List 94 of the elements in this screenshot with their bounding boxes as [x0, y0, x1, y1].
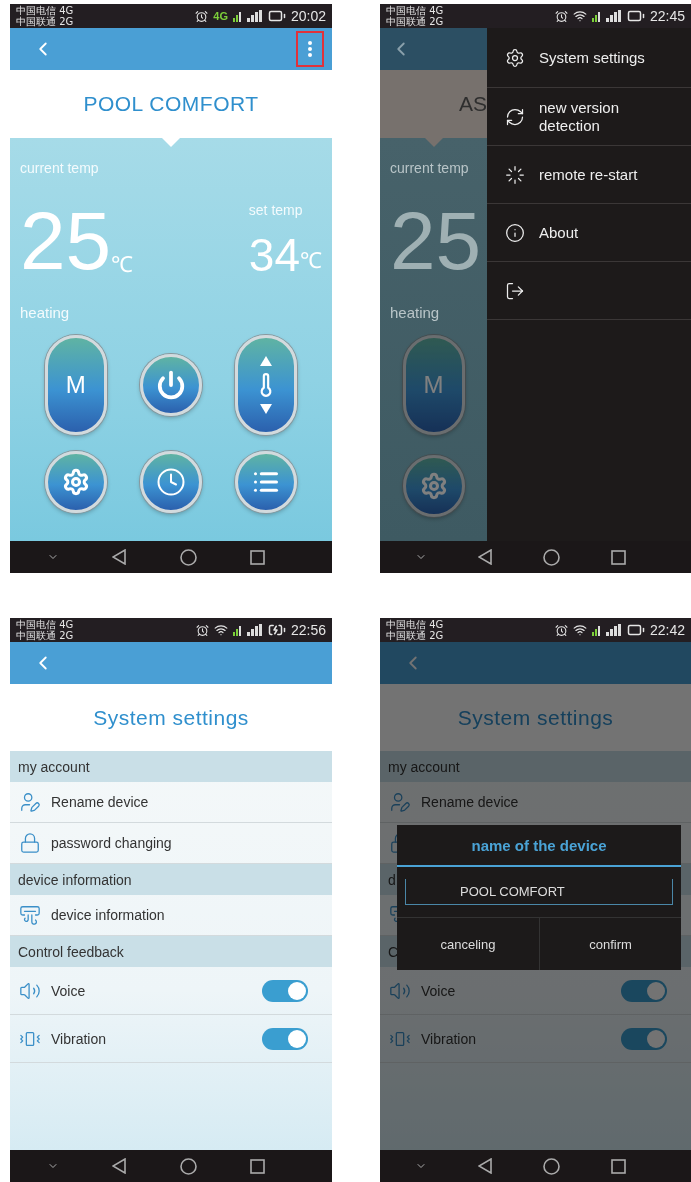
menu-item[interactable]: About: [487, 204, 691, 262]
menu-item[interactable]: System settings: [487, 28, 691, 88]
status-time: 20:02: [290, 8, 326, 24]
toggle-switch[interactable]: [262, 979, 308, 1002]
mode-status: heating: [390, 304, 441, 321]
wifi-icon: [572, 623, 587, 637]
clock-button[interactable]: [140, 451, 202, 513]
setting-label[interactable]: device information: [51, 907, 308, 923]
signal-icon: [232, 9, 263, 23]
set-temp-value: 34: [248, 232, 300, 278]
device-title: POOL COMFORT: [83, 92, 259, 116]
toggle-switch[interactable]: [621, 979, 667, 1002]
carrier-text: 中国电信 4G 中国联通 2G: [386, 619, 444, 641]
wifi-icon: [572, 9, 587, 23]
section-header: d: [388, 871, 396, 888]
temp-unit: ℃: [300, 247, 322, 274]
section-header: my account: [18, 758, 90, 775]
spinner-icon: [505, 164, 525, 185]
setting-label[interactable]: Rename device: [51, 794, 308, 810]
dialog-title: name of the device: [471, 836, 607, 854]
wifi-icon: [213, 623, 228, 637]
back-icon[interactable]: [112, 549, 127, 565]
signal-icon: [591, 9, 622, 23]
section-header: device information: [18, 871, 132, 888]
up-triangle-icon: [260, 356, 273, 366]
back-icon[interactable]: [112, 1158, 127, 1174]
home-icon[interactable]: [179, 548, 197, 566]
setting-label[interactable]: Voice: [421, 982, 611, 999]
home-icon[interactable]: [179, 1157, 197, 1175]
dialog-button[interactable]: confirm: [539, 918, 681, 970]
mode-status: heating: [20, 304, 71, 321]
temperature-button[interactable]: [235, 335, 298, 435]
section-header: Control feedback: [18, 943, 124, 960]
power-icon: [156, 370, 186, 400]
signal-icon: [232, 623, 263, 637]
refresh-icon: [505, 106, 525, 127]
signal-icon: [591, 623, 622, 637]
lock-icon: [19, 832, 41, 854]
alarm-icon: [195, 9, 209, 23]
clock-icon: [156, 467, 186, 497]
section-header: C: [388, 943, 399, 960]
section-header: my account: [388, 758, 460, 775]
recent-apps-icon[interactable]: [610, 549, 626, 565]
name-input-field[interactable]: POOL COMFORT: [405, 879, 673, 905]
current-temp-value: 25: [390, 200, 483, 282]
menu-icon: [308, 41, 312, 57]
setting-label[interactable]: Voice: [51, 982, 252, 999]
setting-label[interactable]: Rename device: [421, 794, 667, 810]
temp-unit: ℃: [111, 251, 134, 278]
settings-button[interactable]: [44, 451, 107, 513]
home-icon[interactable]: [542, 548, 560, 566]
settings-button[interactable]: [402, 455, 465, 517]
user-edit-icon: [389, 791, 411, 813]
info-icon: [505, 222, 525, 243]
status-time: 22:45: [649, 8, 685, 24]
menu-button[interactable]: [296, 31, 324, 67]
exit-icon: [505, 280, 525, 301]
current-temp-value: 25: [20, 200, 112, 282]
menu-item[interactable]: new version detection: [487, 88, 691, 146]
alarm-icon: [554, 623, 568, 637]
status-time: 22:56: [290, 622, 326, 638]
gear-icon: [419, 472, 448, 500]
air-unit-icon: [19, 904, 41, 926]
recent-apps-icon[interactable]: [250, 549, 266, 565]
carrier-text: 中国电信 4G 中国联通 2G: [16, 619, 74, 641]
recent-apps-icon[interactable]: [250, 1158, 266, 1174]
current-temp-label: current temp: [390, 160, 470, 176]
toggle-switch[interactable]: [262, 1027, 308, 1050]
alarm-icon: [195, 623, 209, 637]
carrier-text: 中国电信 4G 中国联通 2G: [16, 5, 74, 27]
status-time: 22:42: [649, 622, 685, 638]
set-temp-label: set temp: [248, 202, 304, 218]
dialog-button[interactable]: canceling: [397, 918, 539, 970]
user-edit-icon: [19, 791, 41, 813]
down-triangle-icon: [260, 404, 273, 414]
setting-label[interactable]: password changing: [51, 835, 308, 851]
toggle-switch[interactable]: [621, 1027, 667, 1050]
carrier-text: 中国电信 4G 中国联通 2G: [386, 5, 444, 27]
device-title: AS: [459, 92, 487, 116]
home-icon[interactable]: [542, 1157, 560, 1175]
screen-title: System settings: [457, 705, 614, 730]
setting-label[interactable]: Vibration: [51, 1030, 252, 1047]
settings-icon: [505, 47, 525, 68]
back-icon[interactable]: [478, 549, 493, 565]
current-temp-label: current temp: [20, 160, 100, 176]
screen-title: System settings: [93, 705, 249, 730]
list-button[interactable]: [235, 451, 298, 513]
alarm-icon: [554, 9, 568, 23]
network-label: 4G: [213, 10, 228, 22]
recent-apps-icon[interactable]: [610, 1158, 626, 1174]
menu-item[interactable]: remote re-start: [487, 146, 691, 204]
power-button[interactable]: [140, 354, 202, 416]
gear-icon: [61, 468, 90, 496]
back-icon[interactable]: [478, 1158, 493, 1174]
